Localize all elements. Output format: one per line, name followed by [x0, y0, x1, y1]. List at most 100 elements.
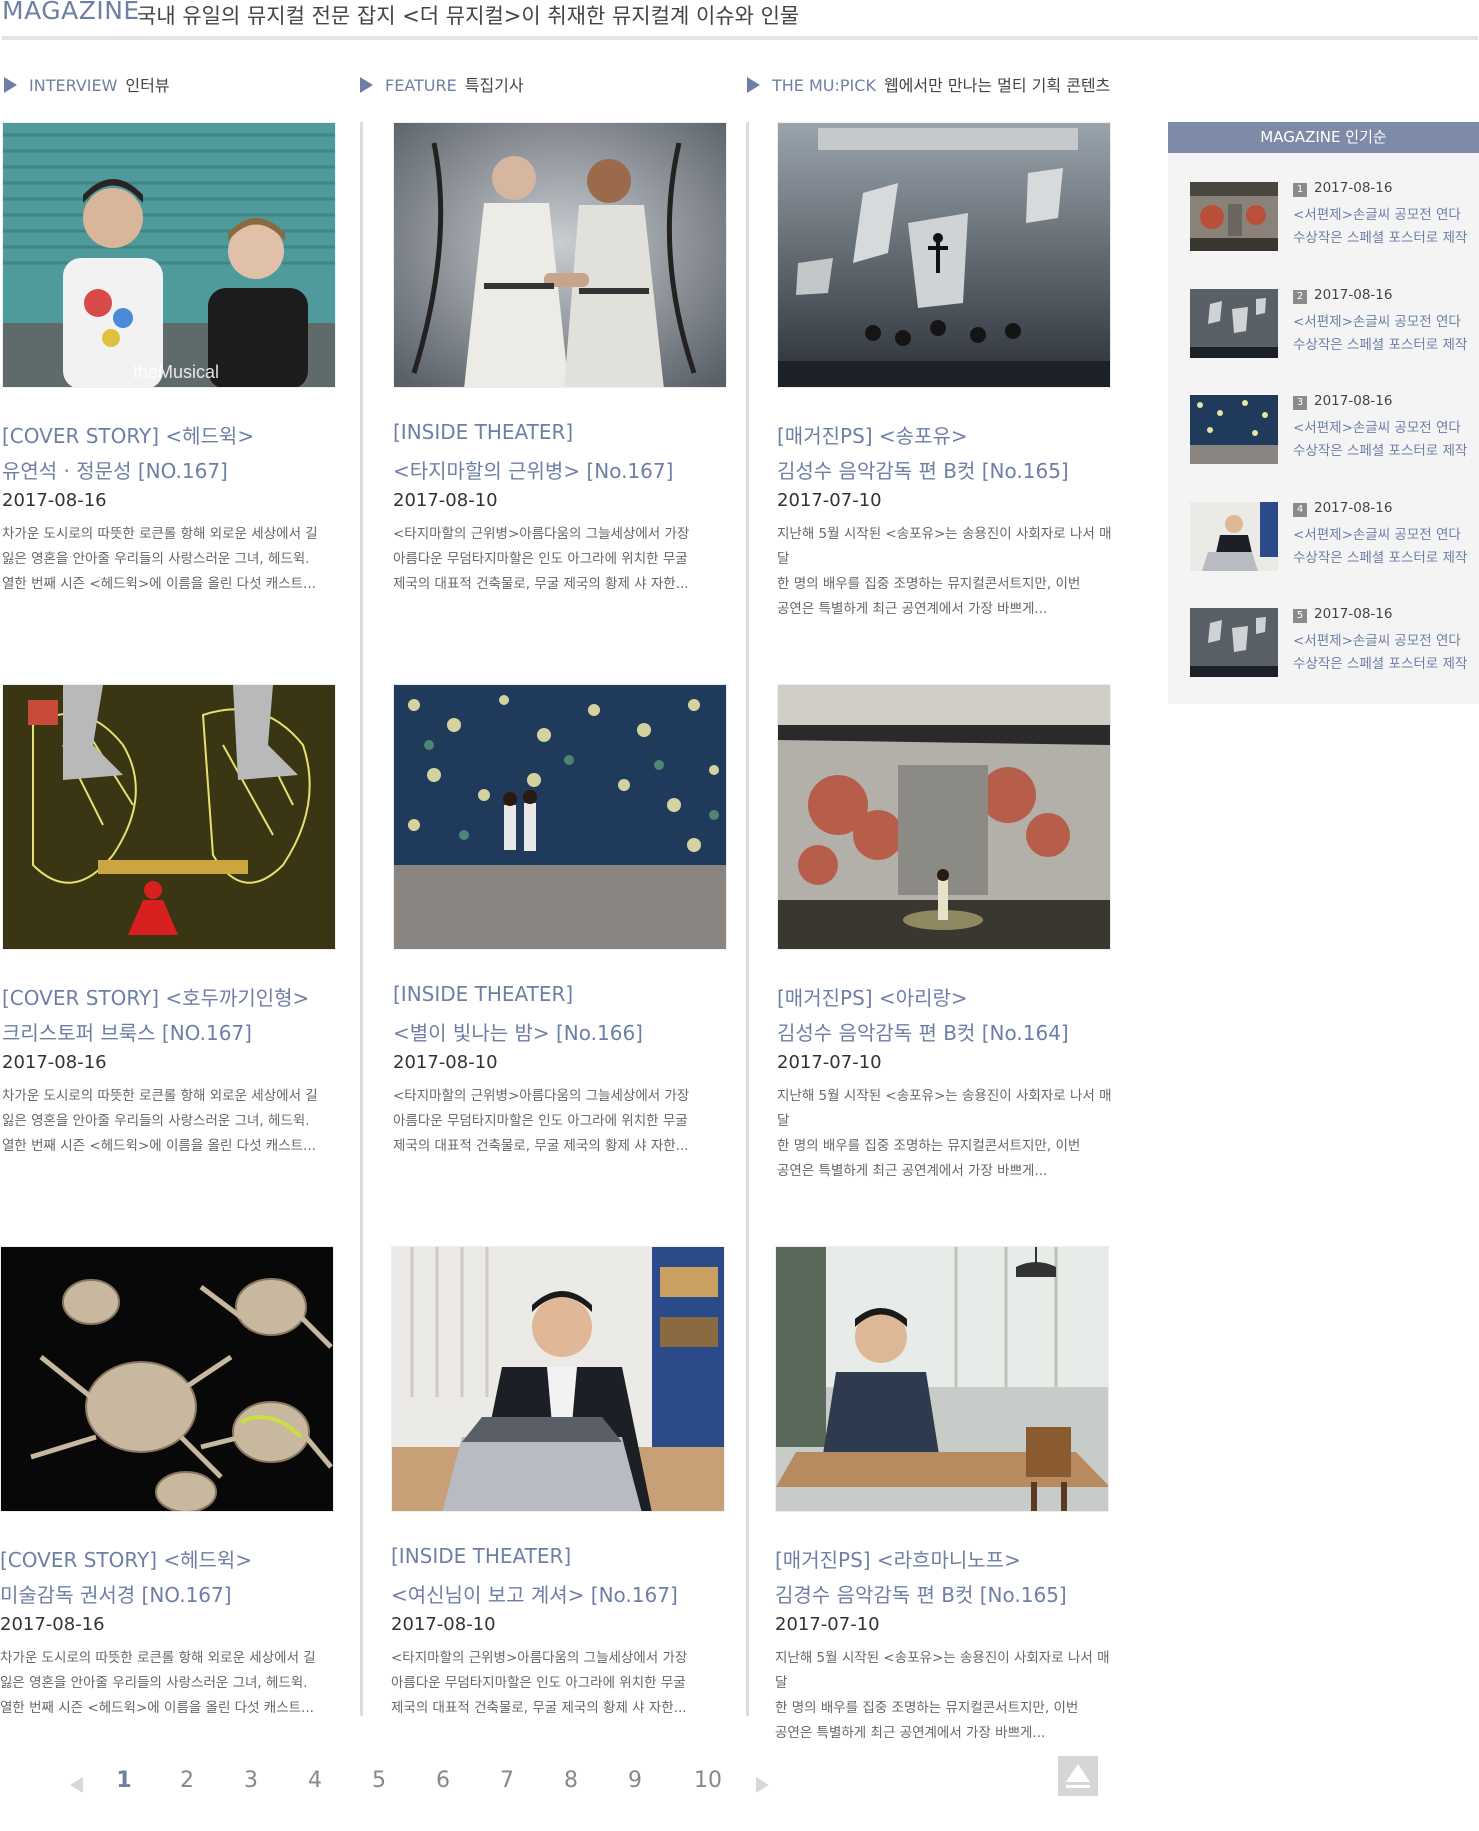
magazine-header: MAGAZINE 국내 유일의 뮤지컬 전문 잡지 <더 뮤지컬>이 취재한 뮤… [0, 0, 1479, 40]
article-date: 2017-07-10 [777, 1052, 882, 1073]
article-date: 2017-07-10 [777, 490, 882, 511]
article-title-line2[interactable]: 유연석 · 정문성 [NO.167] [2, 455, 228, 484]
popular-title-line1[interactable]: <서편제>손글씨 공모전 연다 [1293, 629, 1461, 649]
article-title-line1[interactable]: [COVER STORY] <헤드윅> [0, 1544, 252, 1573]
page-link-2[interactable]: 2 [167, 1768, 207, 1793]
article-excerpt: 차가운 도시로의 따뜻한 로큰롤 항해 외로운 세상에서 길 잃은 영혼을 안아… [2, 1088, 318, 1154]
popular-thumbnail[interactable] [1190, 608, 1278, 677]
article-title-line1[interactable]: [매거진PS] <라흐마니노프> [775, 1544, 1021, 1573]
page-description: 국내 유일의 뮤지컬 전문 잡지 <더 뮤지컬>이 취재한 뮤지컬계 이슈와 인… [137, 4, 800, 28]
article-date: 2017-08-16 [2, 490, 107, 511]
popular-title-line2[interactable]: 수상작은 스페셜 포스터로 제작 [1293, 333, 1467, 353]
article-title-line2[interactable]: 김성수 음악감독 편 B컷 [No.164] [777, 1017, 1069, 1046]
popular-sidebar: MAGAZINE 인기순 1 2017-08-16 <서편제>손글씨 공모전 연… [1168, 122, 1479, 704]
article-date: 2017-07-10 [775, 1614, 880, 1635]
article-thumbnail[interactable] [777, 122, 1111, 388]
popular-item[interactable]: 5 2017-08-16 <서편제>손글씨 공모전 연다 수상작은 스페셜 포스… [1190, 604, 1470, 677]
popular-date: 2017-08-16 [1314, 500, 1393, 516]
page-link-10[interactable]: 10 [688, 1768, 728, 1793]
rank-badge: 2 [1293, 290, 1307, 304]
page-link-3[interactable]: 3 [231, 1768, 271, 1793]
scroll-to-top-button[interactable] [1058, 1756, 1098, 1796]
article-title-line1[interactable]: [INSIDE THEATER] [393, 420, 573, 444]
article-thumbnail[interactable] [0, 1246, 334, 1512]
article-title-line1[interactable]: [매거진PS] <아리랑> [777, 982, 968, 1011]
article-title-line1[interactable]: [매거진PS] <송포유> [777, 420, 968, 449]
article-title-line1[interactable]: [INSIDE THEATER] [393, 982, 573, 1006]
triangle-right-icon [360, 77, 373, 93]
rank-badge: 3 [1293, 396, 1307, 410]
rank-badge: 5 [1293, 609, 1307, 623]
article-date: 2017-08-16 [2, 1052, 107, 1073]
article-thumbnail[interactable]: theMusical [2, 122, 336, 388]
article-excerpt: 지난해 5월 시작된 <송포유>는 송용진이 사회자로 나서 매달 한 명의 배… [777, 1088, 1112, 1179]
triangle-right-icon [747, 77, 760, 93]
article-title-line1[interactable]: [COVER STORY] <헤드윅> [2, 420, 254, 449]
page-link-7[interactable]: 7 [487, 1768, 527, 1793]
page-link-8[interactable]: 8 [551, 1768, 591, 1793]
page-link-1[interactable]: 1 [104, 1768, 144, 1793]
article-thumbnail[interactable] [391, 1246, 725, 1512]
triangle-right-icon [4, 77, 17, 93]
article-thumbnail[interactable] [777, 684, 1111, 950]
column-divider [746, 122, 749, 1716]
popular-title-line2[interactable]: 수상작은 스페셜 포스터로 제작 [1293, 439, 1467, 459]
article-excerpt: 차가운 도시로의 따뜻한 로큰롤 항해 외로운 세상에서 길 잃은 영혼을 안아… [0, 1650, 316, 1716]
article-date: 2017-08-10 [393, 1052, 498, 1073]
popular-title-line2[interactable]: 수상작은 스페셜 포스터로 제작 [1293, 546, 1467, 566]
section-heading-interview[interactable]: INTERVIEW 인터뷰 [4, 72, 170, 96]
popular-title-line1[interactable]: <서편제>손글씨 공모전 연다 [1293, 310, 1461, 330]
article-title-line2[interactable]: 크리스토퍼 브룩스 [NO.167] [2, 1017, 252, 1046]
popular-date: 2017-08-16 [1314, 180, 1393, 196]
article-excerpt: <타지마할의 근위병>아름다움의 그늘세상에서 가장 아름다운 무덤타지마할은 … [393, 1088, 690, 1154]
article-thumbnail[interactable] [2, 684, 336, 950]
popular-date: 2017-08-16 [1314, 287, 1393, 303]
popular-title-line2[interactable]: 수상작은 스페셜 포스터로 제작 [1293, 226, 1467, 246]
popular-thumbnail[interactable] [1190, 182, 1278, 251]
header-divider [2, 36, 1478, 40]
popular-thumbnail[interactable] [1190, 395, 1278, 464]
page-link-6[interactable]: 6 [423, 1768, 463, 1793]
article-title-line2[interactable]: 미술감독 권서경 [NO.167] [0, 1579, 232, 1608]
popular-thumbnail[interactable] [1190, 502, 1278, 571]
arrow-up-icon [1066, 1764, 1090, 1782]
article-date: 2017-08-10 [391, 1614, 496, 1635]
next-page-icon[interactable] [756, 1777, 769, 1793]
popular-date: 2017-08-16 [1314, 393, 1393, 409]
popular-date: 2017-08-16 [1314, 606, 1393, 622]
article-title-line2[interactable]: 김경수 음악감독 편 B컷 [No.165] [775, 1579, 1067, 1608]
popular-item[interactable]: 3 2017-08-16 <서편제>손글씨 공모전 연다 수상작은 스페셜 포스… [1190, 391, 1470, 464]
article-date: 2017-08-10 [393, 490, 498, 511]
popular-item[interactable]: 1 2017-08-16 <서편제>손글씨 공모전 연다 수상작은 스페셜 포스… [1190, 178, 1470, 251]
article-thumbnail[interactable] [775, 1246, 1109, 1512]
article-title-line2[interactable]: <여신님이 보고 계셔> [No.167] [391, 1579, 678, 1608]
popular-header: MAGAZINE 인기순 [1168, 122, 1479, 153]
popular-title-line1[interactable]: <서편제>손글씨 공모전 연다 [1293, 523, 1461, 543]
article-thumbnail[interactable] [393, 684, 727, 950]
section-heading-feature[interactable]: FEATURE 특집기사 [360, 72, 524, 96]
article-excerpt: 지난해 5월 시작된 <송포유>는 송용진이 사회자로 나서 매달 한 명의 배… [777, 526, 1112, 617]
page-link-4[interactable]: 4 [295, 1768, 335, 1793]
popular-item[interactable]: 2 2017-08-16 <서편제>손글씨 공모전 연다 수상작은 스페셜 포스… [1190, 285, 1470, 358]
rank-badge: 1 [1293, 183, 1307, 197]
popular-title-line2[interactable]: 수상작은 스페셜 포스터로 제작 [1293, 652, 1467, 672]
prev-page-icon[interactable] [70, 1777, 83, 1793]
article-title-line1[interactable]: [INSIDE THEATER] [391, 1544, 571, 1568]
watermark-text: theMusical [133, 362, 219, 382]
rank-badge: 4 [1293, 503, 1307, 517]
article-title-line1[interactable]: [COVER STORY] <호두까기인형> [2, 982, 309, 1011]
article-title-line2[interactable]: <타지마할의 근위병> [No.167] [393, 455, 673, 484]
article-excerpt: 차가운 도시로의 따뜻한 로큰롤 항해 외로운 세상에서 길 잃은 영혼을 안아… [2, 526, 318, 592]
popular-title-line1[interactable]: <서편제>손글씨 공모전 연다 [1293, 203, 1461, 223]
section-heading-mupick[interactable]: THE MU:PICK 웹에서만 만나는 멀티 기획 콘텐츠 [747, 72, 1110, 96]
popular-title-line1[interactable]: <서편제>손글씨 공모전 연다 [1293, 416, 1461, 436]
article-date: 2017-08-16 [0, 1614, 105, 1635]
popular-item[interactable]: 4 2017-08-16 <서편제>손글씨 공모전 연다 수상작은 스페셜 포스… [1190, 498, 1470, 571]
article-title-line2[interactable]: <별이 빛나는 밤> [No.166] [393, 1017, 643, 1046]
article-title-line2[interactable]: 김성수 음악감독 편 B컷 [No.165] [777, 455, 1069, 484]
article-thumbnail[interactable] [393, 122, 727, 388]
column-divider [360, 122, 363, 1716]
page-link-9[interactable]: 9 [615, 1768, 655, 1793]
popular-thumbnail[interactable] [1190, 289, 1278, 358]
page-link-5[interactable]: 5 [359, 1768, 399, 1793]
